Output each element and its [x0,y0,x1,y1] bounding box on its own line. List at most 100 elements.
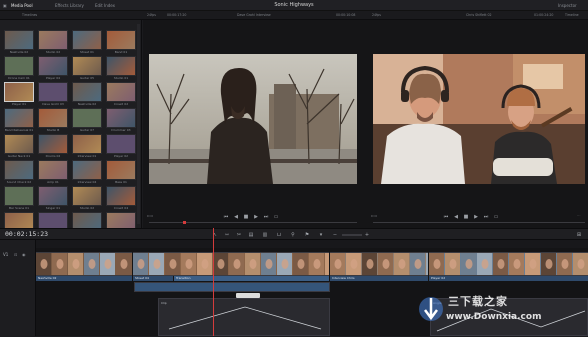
skip-forward-icon[interactable]: ⏭ [483,214,489,220]
record-viewer-options[interactable]: ⋯ [577,214,581,218]
loop-icon[interactable]: ▭ [273,214,279,220]
source-viewer-menu[interactable]: ⊏⊐ [147,214,153,218]
media-clip[interactable]: Crowd 02 [106,82,136,107]
video-clip-1[interactable] [36,252,132,276]
trim-tool-icon[interactable]: ⇿ [224,232,230,238]
clip-thumbnail [4,186,34,206]
record-zoom[interactable]: Timeline [565,11,579,20]
flag-icon[interactable]: ⚑ [304,232,310,238]
video-clip-3[interactable] [330,252,428,276]
timeline-ruler[interactable] [35,240,588,255]
media-clip[interactable]: Bass 01 [106,160,136,185]
tab-effects-library[interactable]: Effects Library [55,0,84,11]
record-viewer-video[interactable] [373,54,585,184]
media-clip[interactable]: Crowd 04 [106,186,136,211]
clip-name: Guitar Neck 01 [7,154,31,158]
loop-icon[interactable]: ▭ [493,214,499,220]
media-clip[interactable]: Drums 02 [38,134,68,159]
tab-media-pool[interactable]: Media Pool [11,0,33,11]
record-scrubber[interactable] [373,222,585,223]
curve-editor-left[interactable]: Clip [158,298,330,336]
marker-icon[interactable]: ▾ [318,232,324,238]
video-clip-2[interactable] [133,252,329,276]
zoom-slider[interactable] [342,234,362,236]
link-icon[interactable]: ⚲ [290,232,296,238]
media-clip[interactable]: Band Rehearsal 01 [4,108,34,133]
reverse-play-icon[interactable]: ◀ [233,214,239,220]
record-timecode: 01:00:24:20 [534,13,554,17]
zoom-in-icon[interactable]: + [364,232,370,238]
insert-icon[interactable]: ▤ [248,232,254,238]
clip-label-3[interactable]: Transition [174,276,329,281]
overwrite-icon[interactable]: ▥ [262,232,268,238]
media-clip[interactable]: Studio 01 [106,56,136,81]
media-clip[interactable]: Guitar Neck 01 [4,134,34,159]
media-clip[interactable]: Dave Grohl 03 [38,82,68,107]
blade-tool-icon[interactable]: ✂ [236,232,242,238]
skip-back-icon[interactable]: ⏮ [443,214,449,220]
clip-label-5[interactable]: Player 02 [429,276,588,281]
media-clip[interactable]: Drone Cam 01 [4,56,34,81]
media-clip[interactable]: Drummer 03 [106,108,136,133]
media-pool-scrollbar[interactable] [137,24,140,224]
record-clip-name[interactable]: Chris Shiflett 02 [466,11,492,20]
record-frame-image [373,54,585,184]
lock-icon[interactable]: ⊡ [14,252,17,257]
stop-icon[interactable]: ■ [243,214,249,220]
record-fps: 24fps [372,13,381,17]
clip-name: Singer 01 [45,206,61,210]
clip-name: Guitar 07 [79,128,95,132]
timelines-label[interactable]: Timelines [22,11,37,20]
clip-label-1[interactable]: Nashville 02 [36,276,132,281]
media-clip[interactable]: Nashville 02 [72,82,102,107]
clip-thumbnail [72,134,102,154]
tab-edit-index[interactable]: Edit Index [95,0,115,11]
media-clip[interactable]: Nashville 02 [4,30,34,55]
curve-graph [168,306,322,330]
viewer-area: ⊏⊐ ⏮ ◀ ■ ▶ ⏭ ▭ ⊏⊐ ⏮ ◀ ■ ▶ ⏭ ▭ ⋯ [143,20,588,228]
clip-label-2[interactable]: Street 04 [133,276,173,281]
media-clip[interactable]: Singer 01 [38,186,68,211]
media-clip[interactable]: Sound Check 02 [4,160,34,185]
clip-label-4[interactable]: Interview Chris [330,276,428,281]
timeline-options-icon[interactable]: ⊞ [576,232,582,238]
media-clip[interactable]: Bar Scene 01 [4,186,34,211]
media-clip[interactable]: Guitar 07 [72,108,102,133]
media-clip[interactable]: Amp 01 [38,160,68,185]
media-clip[interactable]: Guitar 05 [72,56,102,81]
media-clip[interactable]: Band 01 [106,30,136,55]
stop-icon[interactable]: ■ [463,214,469,220]
media-clip[interactable]: Interview 01 [72,134,102,159]
source-scrubber-handle[interactable] [183,221,186,224]
media-clip[interactable]: Studio B [38,108,68,133]
play-icon[interactable]: ▶ [253,214,259,220]
clip-name: Player 04 [45,76,61,80]
reverse-play-icon[interactable]: ◀ [453,214,459,220]
clip-thumbnail [72,56,102,76]
timeline-timecode[interactable]: 00:02:15:23 [5,230,48,238]
media-clip[interactable]: Street 01 [72,30,102,55]
source-clip-name[interactable]: Dave Grohl Interview [237,11,271,20]
panel-icon[interactable]: ▣ [3,0,7,11]
media-clip[interactable]: Player 04 [38,56,68,81]
transition-panel[interactable] [134,282,330,292]
video-clip-4[interactable] [429,252,588,276]
skip-forward-icon[interactable]: ⏭ [263,214,269,220]
record-viewer-menu[interactable]: ⊏⊐ [371,214,377,218]
media-clip[interactable]: Player 01 [4,82,34,107]
playhead[interactable] [213,228,214,336]
media-clip[interactable]: Studio 02 [72,186,102,211]
media-clip[interactable]: Studio 02 [38,30,68,55]
snapping-icon[interactable]: ⊔ [276,232,282,238]
zoom-out-icon[interactable]: − [332,232,338,238]
tab-inspector[interactable]: Inspector [558,0,577,11]
play-icon[interactable]: ▶ [473,214,479,220]
skip-back-icon[interactable]: ⏮ [223,214,229,220]
source-scrubber[interactable] [149,222,357,223]
media-clip[interactable]: Interview 04 [72,160,102,185]
clip-thumbnail [72,186,102,206]
clip-name: Nashville 02 [77,102,97,106]
eye-icon[interactable]: ◉ [22,252,26,257]
source-viewer-video[interactable] [149,54,357,184]
media-clip[interactable]: Player 02 [106,134,136,159]
